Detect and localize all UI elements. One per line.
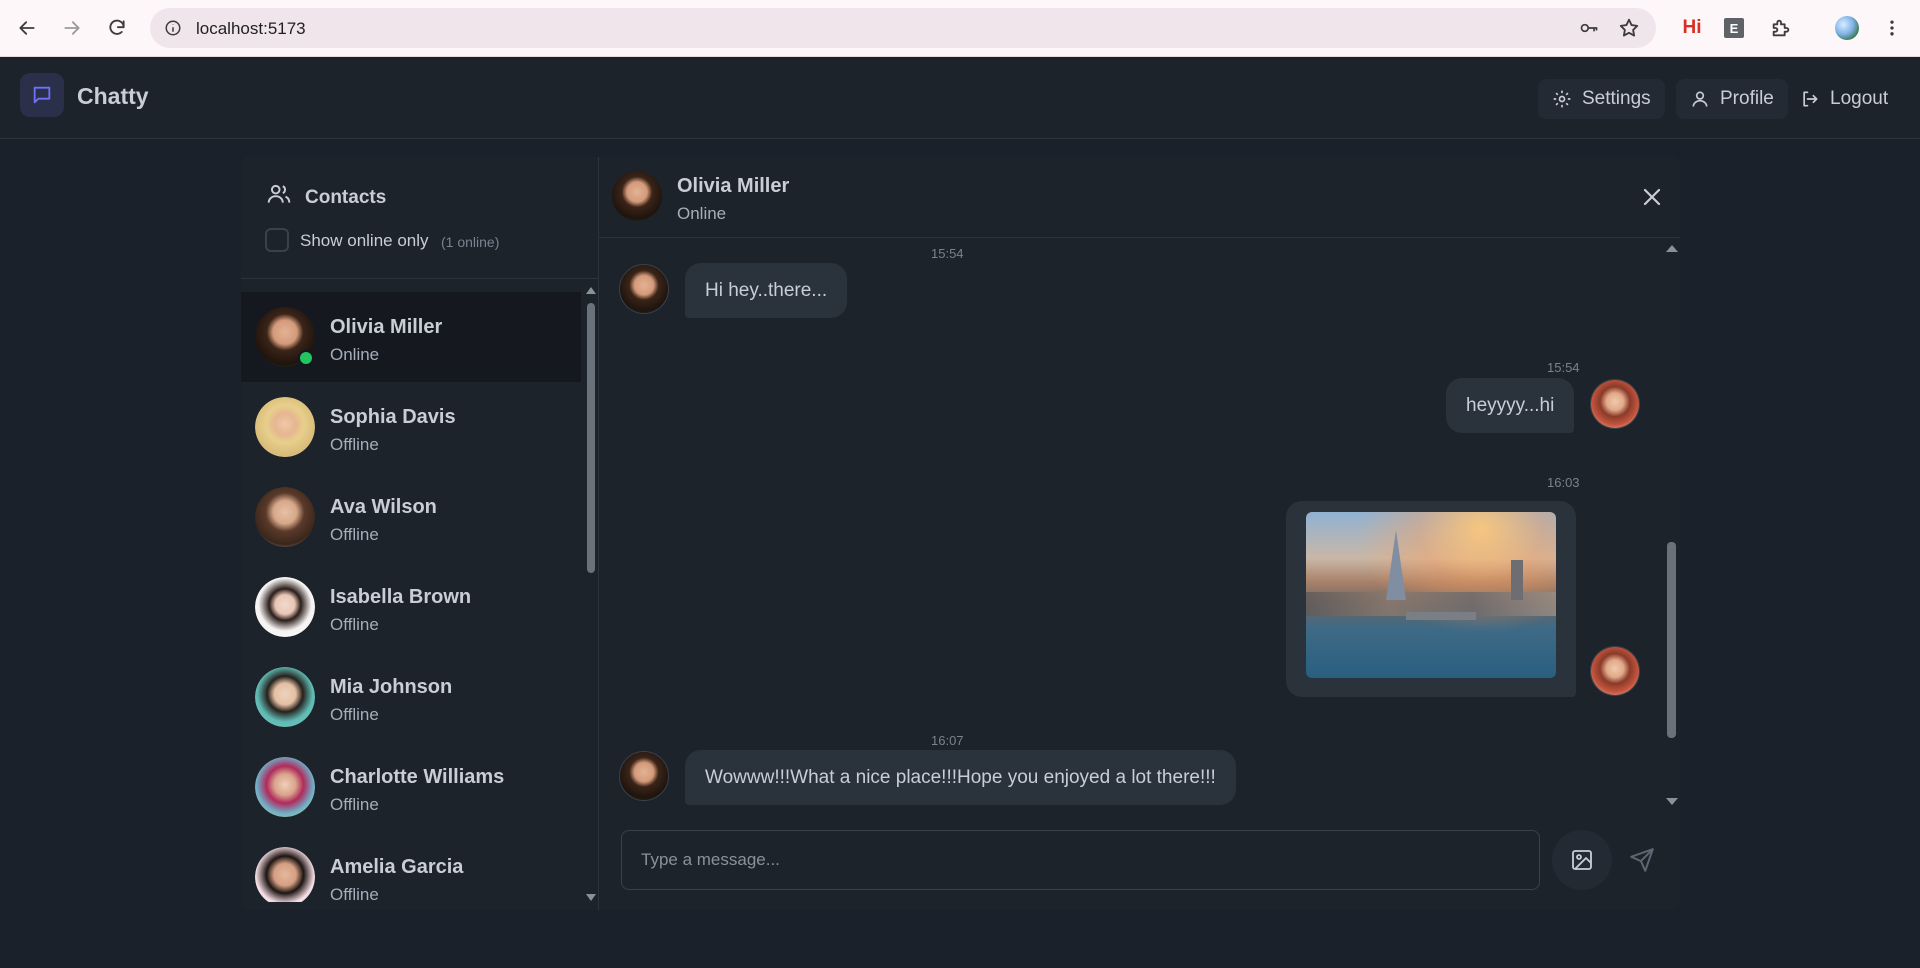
reload-icon[interactable] [103,14,131,42]
browser-toolbar: localhost:5173 Hi E [0,0,1920,57]
send-button[interactable] [1620,838,1664,882]
logout-label: Logout [1830,88,1889,109]
logout-button[interactable]: Logout [1796,79,1892,119]
gear-icon [1553,90,1571,108]
brand-name[interactable]: Chatty [77,83,149,110]
online-indicator [298,350,314,366]
settings-label: Settings [1582,88,1651,109]
bookmark-star-icon[interactable] [1618,17,1640,39]
contact-name: Sophia Davis [330,406,456,428]
url-text: localhost:5173 [196,19,306,38]
image-icon [1572,850,1592,870]
chat-panel: Olivia Miller Online 15:54 Hi hey..there… [599,157,1680,910]
avatar [255,667,315,727]
address-bar[interactable]: localhost:5173 [150,8,1656,48]
message-list: 15:54 Hi hey..there... 15:54 heyyyy...hi… [599,238,1680,808]
chat-contact-name: Olivia Miller [677,175,790,197]
chat-header: Olivia Miller Online [599,157,1680,238]
contact-status: Offline [330,525,379,544]
message-time: 15:54 [1547,360,1580,375]
profile-label: Profile [1720,88,1774,109]
browser-menu-icon[interactable] [1880,14,1904,42]
contact-status: Online [330,345,380,364]
contact-status: Offline [330,885,379,902]
chat-container: Contacts Show online only (1 online) Oli… [241,157,1680,910]
scroll-up-arrow-icon[interactable] [1666,245,1678,252]
contact-name: Isabella Brown [330,586,472,608]
contact-item[interactable]: Sophia Davis Offline [241,382,581,472]
contact-status: Offline [330,705,379,724]
message-bubble: heyyyy...hi [1446,378,1575,433]
message-input[interactable] [621,830,1540,890]
contact-status: Offline [330,615,379,634]
contact-item[interactable]: Mia Johnson Offline [241,652,581,742]
logo-chat-icon[interactable] [20,73,64,117]
scrollbar-thumb[interactable] [1667,542,1676,738]
forward-icon[interactable] [58,14,86,42]
close-icon[interactable] [1640,185,1664,209]
scroll-up-arrow-icon[interactable] [586,287,596,294]
contact-name: Ava Wilson [330,496,437,518]
message-time: 16:03 [1547,475,1580,490]
contact-item[interactable]: Ava Wilson Offline [241,472,581,562]
avatar [255,757,315,817]
avatar [255,487,315,547]
scrollbar-thumb[interactable] [587,303,595,573]
message-avatar [619,751,669,801]
city-river-photo[interactable] [1306,512,1556,678]
contact-status: Offline [330,795,379,814]
show-online-label[interactable]: Show online only [300,231,429,251]
app-navbar: Chatty Settings Profile Logout [0,57,1920,139]
message-time: 16:07 [931,733,964,748]
contacts-sidebar: Contacts Show online only (1 online) Oli… [241,157,599,910]
message-avatar [619,264,669,314]
contact-item[interactable]: Charlotte Williams Offline [241,742,581,832]
online-count: (1 online) [441,234,500,250]
contacts-scrollbar[interactable] [584,279,598,909]
logout-icon [1803,91,1818,107]
back-icon[interactable] [13,14,41,42]
avatar [255,397,315,457]
contact-name: Mia Johnson [330,676,453,698]
message-avatar [1590,646,1640,696]
message-avatar [1590,379,1640,429]
extensions-puzzle-icon[interactable] [1768,14,1794,42]
chat-avatar [612,171,662,221]
messages-scrollbar[interactable] [1664,238,1678,808]
message-bubble: Wowww!!!What a nice place!!!Hope you enj… [685,750,1236,805]
avatar [255,847,315,902]
contacts-title: Contacts [305,187,387,208]
sidebar-header: Contacts Show online only (1 online) [241,157,599,279]
contact-name: Charlotte Williams [330,766,505,788]
users-icon [267,184,291,203]
profile-button[interactable]: Profile [1676,79,1788,119]
contact-item[interactable]: Amelia Garcia Offline [241,832,581,902]
extension-e-icon[interactable]: E [1722,14,1746,42]
browser-profile-avatar[interactable] [1833,14,1861,42]
contact-name: Olivia Miller [330,316,443,338]
send-icon [1630,848,1654,872]
user-icon [1692,91,1708,107]
chat-contact-status: Online [677,204,727,223]
message-bubble: Hi hey..there... [685,263,848,318]
show-online-checkbox[interactable] [265,228,289,252]
contact-name: Amelia Garcia [330,856,464,878]
password-key-icon[interactable] [1578,18,1600,38]
scroll-down-arrow-icon[interactable] [1666,798,1678,805]
extension-e-label: E [1724,18,1744,38]
scroll-down-arrow-icon[interactable] [586,894,596,901]
extension-hi-icon[interactable]: Hi [1678,14,1706,42]
contact-status: Offline [330,435,379,454]
settings-button[interactable]: Settings [1538,79,1665,119]
contact-item[interactable]: Isabella Brown Offline [241,562,581,652]
message-composer [599,808,1680,910]
message-time: 15:54 [931,246,964,261]
contact-item[interactable]: Olivia Miller Online [241,292,581,382]
attach-image-button[interactable] [1552,830,1612,890]
contact-list: Olivia Miller Online Sophia Davis Offlin… [241,292,581,902]
avatar [255,577,315,637]
site-info-icon[interactable] [164,19,182,37]
image-message-bubble [1286,501,1576,697]
